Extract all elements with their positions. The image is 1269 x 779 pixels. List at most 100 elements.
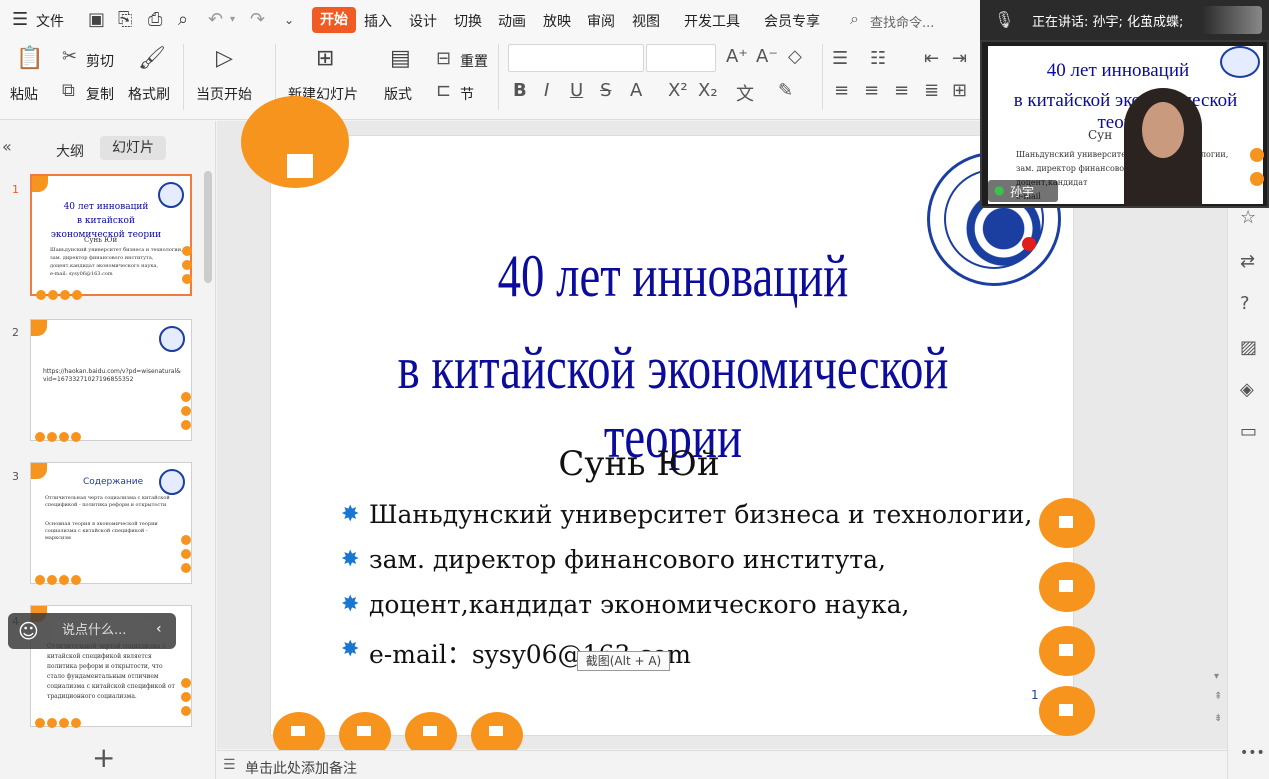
- format-painter-button[interactable]: 格式刷: [128, 84, 170, 104]
- tab-review[interactable]: 审阅: [587, 11, 615, 31]
- section-button[interactable]: 节: [460, 84, 474, 104]
- tab-view[interactable]: 视图: [632, 11, 660, 31]
- collapse-icon[interactable]: «: [2, 137, 12, 156]
- align-left-icon[interactable]: ≡: [834, 80, 849, 101]
- slide-thumbnail-2[interactable]: https://haokan.baidu.com/v?pd=wisenatura…: [30, 319, 192, 442]
- save-icon[interactable]: ▣: [88, 9, 105, 30]
- indent-icon[interactable]: ⇥: [952, 48, 967, 69]
- thumb-author: Сунь Юй: [84, 236, 118, 244]
- reset-icon[interactable]: ⊟: [436, 48, 451, 69]
- panel-scrollbar[interactable]: [204, 171, 212, 283]
- undo-dropdown-icon[interactable]: ▾: [230, 14, 235, 25]
- tab-insert[interactable]: 插入: [364, 11, 392, 31]
- font-color-icon[interactable]: A: [630, 80, 642, 101]
- more-icon[interactable]: •••: [1240, 745, 1265, 761]
- hamburger-icon[interactable]: ☰: [12, 9, 28, 30]
- tab-transition[interactable]: 切换: [454, 11, 482, 31]
- paste-button[interactable]: 粘贴: [10, 84, 38, 104]
- print-icon[interactable]: ⎙: [148, 9, 162, 30]
- location-icon[interactable]: ◈: [1240, 379, 1254, 400]
- tab-slides[interactable]: 幻灯片: [100, 136, 166, 160]
- outdent-icon[interactable]: ⇤: [924, 48, 939, 69]
- superscript-icon[interactable]: X²: [668, 80, 688, 101]
- scissors-icon[interactable]: ✂: [62, 46, 77, 67]
- font-family-select[interactable]: [508, 44, 644, 72]
- divider: [183, 44, 184, 110]
- play-from-current-button[interactable]: 当页开始: [196, 84, 252, 104]
- microphone-icon[interactable]: 🎙: [994, 10, 1014, 29]
- orange-shape: [32, 176, 48, 192]
- notes-bar: ☰ 单击此处添加备注: [217, 750, 1227, 779]
- cut-button[interactable]: 剪切: [86, 51, 114, 71]
- star-icon[interactable]: ☆: [1240, 207, 1256, 228]
- thumb-line: Отличительной чертой социализма с китайс…: [47, 643, 175, 700]
- chat-overlay[interactable]: ☺ 说点什么... ‹: [8, 613, 176, 649]
- justify-icon[interactable]: ≣: [924, 80, 939, 101]
- font-grow-icon[interactable]: A⁺: [726, 46, 748, 67]
- section-icon[interactable]: ⊏: [436, 80, 451, 101]
- thumb-line: Основная теория в экономической теории с…: [45, 521, 158, 541]
- bullet-list-icon[interactable]: ☰: [832, 48, 848, 69]
- chat-input[interactable]: 说点什么...: [50, 619, 152, 643]
- more-dropdown-icon[interactable]: ⌄: [284, 13, 294, 27]
- play-icon[interactable]: ▷: [216, 46, 233, 71]
- slide-canvas[interactable]: 40 лет инноваций в китайской экономическ…: [241, 96, 1095, 758]
- tab-design[interactable]: 设计: [409, 11, 437, 31]
- tab-home[interactable]: 开始: [312, 7, 356, 33]
- copy-button[interactable]: 复制: [86, 84, 114, 104]
- align-right-icon[interactable]: ≡: [894, 80, 909, 101]
- eraser-icon[interactable]: ◇: [788, 46, 802, 67]
- font-shrink-icon[interactable]: A⁻: [756, 46, 778, 67]
- copy-icon[interactable]: ⧉: [62, 80, 75, 101]
- tab-animation[interactable]: 动画: [498, 11, 526, 31]
- layout-icon[interactable]: ▤: [390, 46, 411, 71]
- new-slide-icon[interactable]: ⊞: [316, 46, 334, 71]
- reset-button[interactable]: 重置: [460, 51, 488, 71]
- prev-slide-icon[interactable]: ⇞: [1214, 691, 1222, 702]
- brush-icon[interactable]: 🖌: [138, 46, 166, 71]
- search-command[interactable]: 查找命令...: [870, 12, 934, 31]
- subscript-icon[interactable]: X₂: [698, 80, 718, 101]
- layout-button[interactable]: 版式: [384, 84, 412, 104]
- chevron-left-icon[interactable]: ‹: [156, 621, 162, 637]
- tab-developer[interactable]: 开发工具: [684, 11, 740, 31]
- strikethrough-icon[interactable]: S: [600, 80, 611, 101]
- mic-active-icon: ●: [994, 183, 1005, 197]
- video-author: Сун: [1088, 128, 1113, 142]
- highlight-icon[interactable]: ✎: [778, 80, 793, 101]
- phonetic-icon[interactable]: 文: [736, 80, 754, 106]
- preview-icon[interactable]: ⌕: [178, 9, 188, 30]
- slide-thumbnail-3[interactable]: Содержание Отличительная черта социализм…: [30, 462, 192, 585]
- font-size-select[interactable]: [646, 44, 716, 72]
- underline-icon[interactable]: U: [570, 80, 583, 101]
- distribute-icon[interactable]: ⊞: [952, 80, 967, 101]
- image-icon[interactable]: ▨: [1240, 337, 1257, 358]
- scroll-down-icon[interactable]: ▾: [1214, 671, 1219, 682]
- slide-thumbnail-1[interactable]: 40 лет инноваций в китайской экономическ…: [30, 174, 192, 300]
- paste-icon[interactable]: 📋: [16, 46, 43, 71]
- number-list-icon[interactable]: ☷: [870, 48, 886, 69]
- next-slide-icon[interactable]: ⇟: [1214, 713, 1222, 724]
- slide-author: Сунь Юй: [558, 444, 720, 484]
- export-icon[interactable]: ⎘: [118, 9, 132, 30]
- redo-icon[interactable]: ↷: [250, 9, 265, 30]
- transform-icon[interactable]: ⇄: [1240, 251, 1255, 272]
- thumb-line: зам. директор финансового института,: [50, 255, 154, 261]
- tab-outline[interactable]: 大纲: [56, 141, 84, 161]
- blurred-overlay: [1202, 6, 1262, 34]
- emoji-icon[interactable]: ☺: [18, 619, 39, 643]
- help-icon[interactable]: ?: [1240, 293, 1250, 314]
- book-icon[interactable]: ▭: [1240, 421, 1257, 442]
- align-center-icon[interactable]: ≡: [864, 80, 879, 101]
- participant-name: 孙宇: [1010, 185, 1035, 199]
- menu-file[interactable]: 文件: [36, 11, 64, 31]
- tab-slideshow[interactable]: 放映: [543, 11, 571, 31]
- bold-icon[interactable]: B: [513, 80, 527, 101]
- slide-number: 2: [12, 326, 19, 339]
- notes-input[interactable]: 单击此处添加备注: [245, 758, 357, 778]
- tab-member[interactable]: 会员专享: [764, 11, 820, 31]
- undo-icon[interactable]: ↶: [208, 9, 223, 30]
- italic-icon[interactable]: I: [544, 80, 549, 101]
- add-slide-button[interactable]: +: [92, 741, 115, 774]
- video-feed[interactable]: 40 лет инноваций в китайской экономическ…: [980, 40, 1269, 208]
